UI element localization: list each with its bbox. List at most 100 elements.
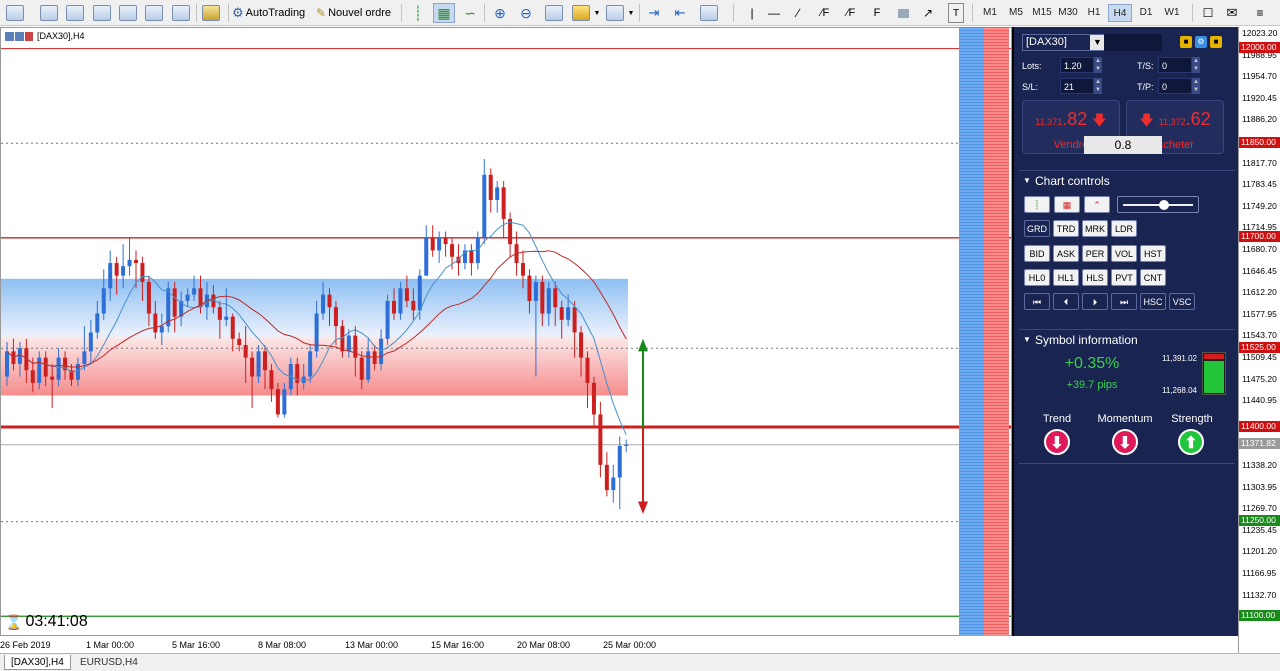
chat-icon[interactable]: ✉	[1222, 3, 1242, 23]
chart-tab[interactable]: EURUSD,H4	[74, 655, 144, 670]
zoom-in-icon[interactable]: ⊕	[489, 3, 511, 23]
symbol-info-header[interactable]: Symbol information	[1019, 329, 1235, 350]
properties-icon[interactable]	[698, 3, 720, 23]
candle-body	[533, 281, 538, 301]
new-chart-icon[interactable]	[6, 3, 24, 23]
candle-body	[269, 370, 274, 390]
settings-yellow-icon[interactable]: ■	[1180, 36, 1192, 48]
control-prev-button[interactable]: ⏴	[1053, 293, 1079, 310]
zoom-slider-handle[interactable]	[1159, 200, 1169, 210]
lock-icon[interactable]: ■	[1210, 36, 1222, 48]
price-tick: 11201.20	[1242, 546, 1277, 557]
cursor-icon[interactable]: |	[744, 3, 760, 23]
control-trd-button[interactable]: TRD	[1053, 220, 1079, 237]
bars-toggle-icon[interactable]: ┊	[1024, 196, 1050, 213]
trendline-icon[interactable]: ∕	[790, 3, 806, 23]
control-ldr-button[interactable]: LDR	[1111, 220, 1137, 237]
bar-chart-icon[interactable]: ┊	[407, 3, 429, 23]
tester-icon[interactable]	[172, 3, 190, 23]
indicators-icon[interactable]	[570, 3, 592, 23]
control-pvt-button[interactable]: PVT	[1111, 269, 1137, 286]
timeframe-h4[interactable]: H4	[1108, 4, 1132, 22]
control-cnt-button[interactable]: CNT	[1140, 269, 1166, 286]
candle-body	[30, 370, 35, 383]
stop-loss-stepper[interactable]: ▲ ▼	[1094, 78, 1102, 94]
navigator-icon[interactable]	[119, 3, 137, 23]
channel-icon[interactable]: ∕F	[816, 3, 834, 23]
candle-body	[366, 351, 371, 380]
market-watch-icon[interactable]	[66, 3, 84, 23]
text-tool-icon[interactable]: T	[948, 3, 964, 23]
new-window-icon[interactable]: ☐	[1198, 3, 1218, 23]
new-order-button[interactable]: ✎ Nouvel ordre	[316, 3, 395, 23]
templates-dropdown-icon[interactable]: ▼	[627, 3, 635, 23]
fibo-fan-icon[interactable]: F	[869, 3, 885, 23]
trailing-stop-input[interactable]: 0	[1158, 57, 1192, 73]
control-next-button[interactable]: ⏵	[1082, 293, 1108, 310]
timeframe-m5[interactable]: M5	[1004, 4, 1028, 22]
chart-canvas	[1, 48, 1011, 617]
crosshair-icon[interactable]: —	[766, 3, 782, 23]
control-hl0-button[interactable]: HL0	[1024, 269, 1050, 286]
line-chart-icon[interactable]: ∽	[459, 3, 481, 23]
control-vsc-button[interactable]: VSC	[1169, 293, 1195, 310]
tile-windows-icon[interactable]	[543, 3, 565, 23]
fibonacci-icon[interactable]: ∕F	[842, 3, 860, 23]
lots-stepper[interactable]: ▲ ▼	[1094, 57, 1102, 73]
data-window-icon[interactable]	[93, 3, 111, 23]
arrow-tool-icon[interactable]: ↗	[920, 3, 936, 23]
candle-body	[501, 187, 506, 219]
control-last-button[interactable]: ⏭	[1111, 293, 1137, 310]
menu-icon[interactable]: ≡	[1250, 3, 1270, 23]
control-ask-button[interactable]: ASK	[1053, 245, 1079, 262]
take-profit-input[interactable]: 0	[1158, 78, 1192, 94]
autotrading-button[interactable]: ⚙ AutoTrading	[232, 3, 309, 23]
timeframe-d1[interactable]: D1	[1134, 4, 1158, 22]
control-grd-button[interactable]: GRD	[1024, 220, 1050, 237]
control-mrk-button[interactable]: MRK	[1082, 220, 1108, 237]
candle-body	[598, 414, 603, 465]
timeframe-w1[interactable]: W1	[1160, 4, 1184, 22]
control-hsc-button[interactable]: HSC	[1140, 293, 1166, 310]
control-hl1-button[interactable]: HL1	[1053, 269, 1079, 286]
templates-icon[interactable]	[604, 3, 626, 23]
gear-icon[interactable]: ⚙	[1195, 36, 1207, 48]
control-vol-button[interactable]: VOL	[1111, 245, 1137, 262]
zoom-slider[interactable]	[1117, 196, 1199, 213]
price-axis[interactable]: 12023.20 11988.95 11954.70 11920.45 11886.20…	[1238, 27, 1280, 653]
chart-shift-icon[interactable]: ⇤	[669, 3, 691, 23]
profiles-icon[interactable]	[40, 3, 58, 23]
main-toolbar: ⚙ AutoTrading ✎ Nouvel ordre ┊ ▦ ∽ ⊕ ⊖ ▼…	[0, 0, 1280, 26]
candlestick-icon[interactable]: ▦	[433, 3, 455, 23]
chart-tab[interactable]: [DAX30],H4	[4, 655, 71, 670]
symbol-dropdown-icon[interactable]: ▼	[1090, 35, 1105, 50]
timeframe-h1[interactable]: H1	[1082, 4, 1106, 22]
take-profit-stepper[interactable]: ▲ ▼	[1192, 78, 1200, 94]
control-hls-button[interactable]: HLS	[1082, 269, 1108, 286]
candle-body	[50, 376, 55, 380]
indicators-dropdown-icon[interactable]: ▼	[593, 3, 601, 23]
zoom-out-icon[interactable]: ⊖	[515, 3, 537, 23]
symbol-search-field[interactable]	[1104, 34, 1162, 51]
terminal-icon[interactable]	[145, 3, 163, 23]
control-bid-button[interactable]: BID	[1024, 245, 1050, 262]
candles-toggle-icon[interactable]: ▦	[1054, 196, 1080, 213]
price-chart[interactable]: [DAX30],H4 ⌛ 03:41:08	[0, 27, 1012, 636]
control-first-button[interactable]: ⏮	[1024, 293, 1050, 310]
chart-controls-header[interactable]: Chart controls	[1019, 170, 1235, 191]
control-per-button[interactable]: PER	[1082, 245, 1108, 262]
timeframe-m30[interactable]: M30	[1056, 4, 1080, 22]
metaeditor-icon[interactable]	[202, 3, 220, 23]
stop-loss-input[interactable]: 21	[1060, 78, 1094, 94]
timeframe-m15[interactable]: M15	[1030, 4, 1054, 22]
time-axis[interactable]: 26 Feb 2019 1 Mar 00:00 5 Mar 16:00 8 Mar 0…	[0, 637, 1238, 653]
autoscroll-icon[interactable]: ⇥	[643, 3, 665, 23]
lots-input[interactable]: 1.20	[1060, 57, 1094, 73]
control-hst-button[interactable]: HST	[1140, 245, 1166, 262]
timeframe-m1[interactable]: M1	[978, 4, 1002, 22]
chart-title: [DAX30],H4	[5, 31, 85, 41]
rectangle-icon[interactable]	[895, 3, 911, 23]
trailing-stop-stepper[interactable]: ▲ ▼	[1192, 57, 1200, 73]
line-toggle-icon[interactable]: ⌃	[1084, 196, 1110, 213]
candle-body	[153, 313, 158, 333]
